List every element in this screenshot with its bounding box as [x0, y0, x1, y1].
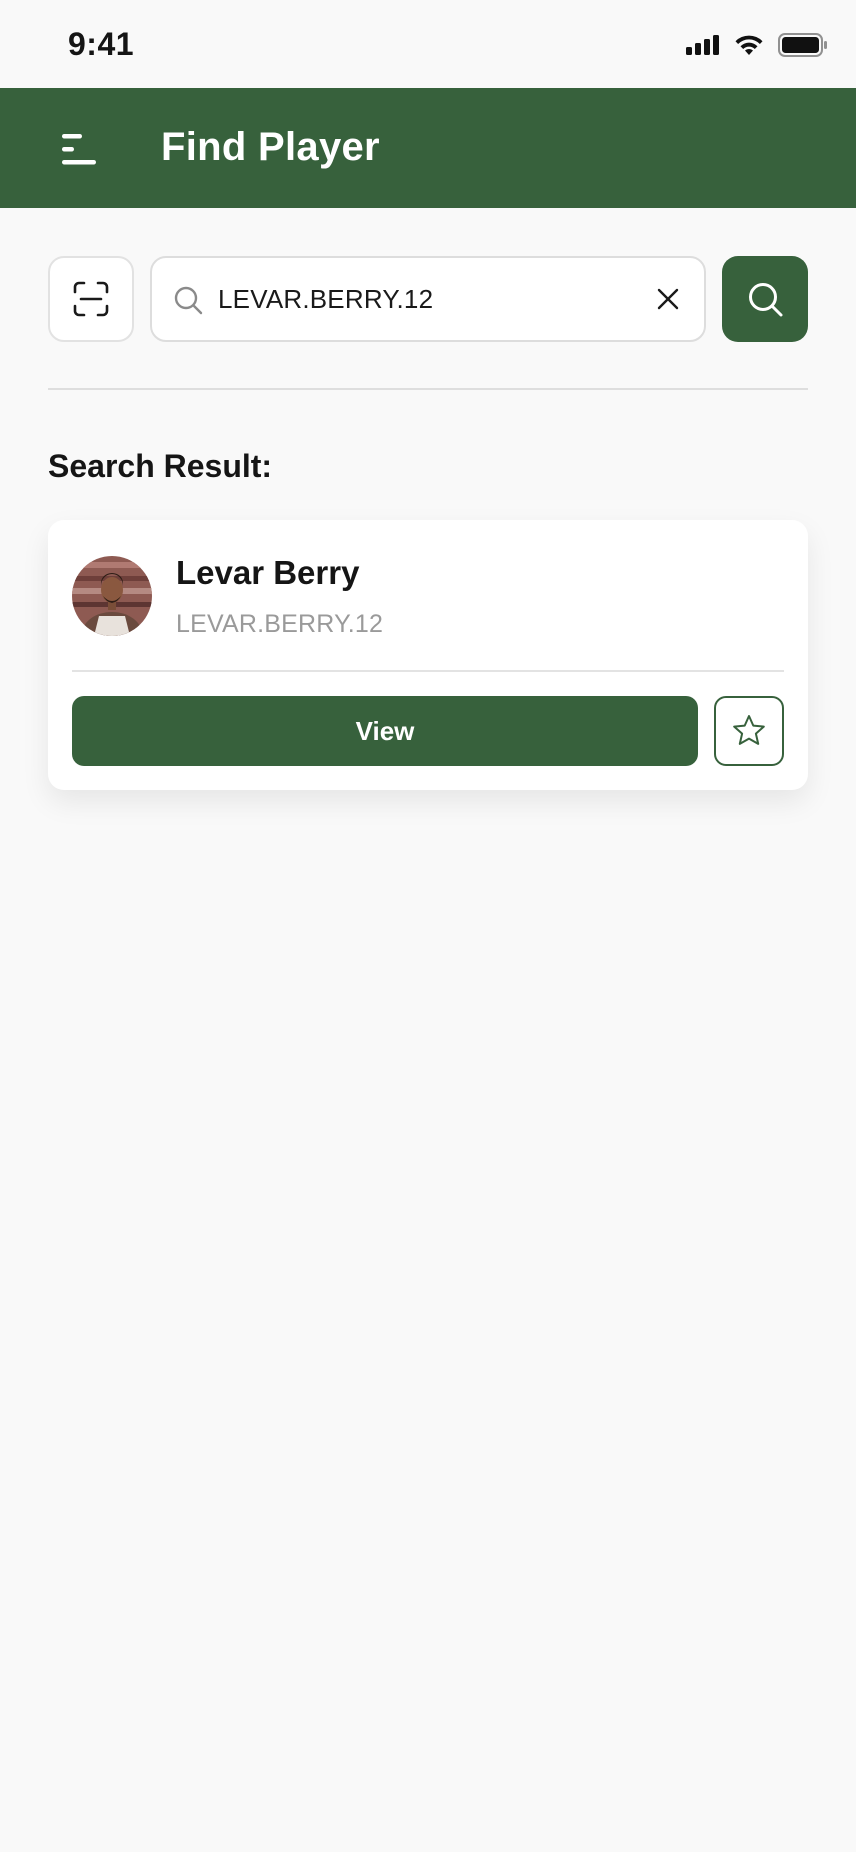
status-time: 9:41 — [68, 26, 135, 62]
player-card: Levar Berry LEVAR.BERRY.12 View — [48, 520, 808, 790]
status-icons — [686, 32, 828, 58]
view-button[interactable]: View — [72, 696, 698, 766]
star-icon — [733, 715, 765, 745]
avatar — [72, 556, 152, 636]
scan-icon — [73, 281, 109, 317]
menu-button[interactable] — [56, 130, 104, 170]
search-input[interactable] — [218, 274, 638, 324]
search-icon — [174, 286, 203, 315]
page-title: Find Player — [161, 125, 380, 169]
card-divider — [72, 670, 784, 672]
search-result-heading: Search Result: — [48, 448, 273, 484]
close-icon — [657, 288, 679, 310]
divider — [48, 388, 808, 390]
favorite-button[interactable] — [714, 696, 784, 766]
search-field[interactable] — [150, 256, 706, 342]
signal-icon — [686, 35, 719, 55]
app-bar — [0, 88, 856, 208]
player-username: LEVAR.BERRY.12 — [176, 610, 384, 638]
search-button[interactable] — [722, 256, 808, 342]
wifi-icon — [735, 35, 763, 55]
status-bar: 9:41 — [0, 0, 856, 88]
search-icon — [749, 283, 783, 317]
menu-icon — [62, 134, 96, 165]
clear-search-button[interactable] — [650, 281, 686, 317]
scan-button[interactable] — [48, 256, 134, 342]
player-name: Levar Berry — [176, 554, 360, 591]
battery-icon — [778, 33, 827, 57]
